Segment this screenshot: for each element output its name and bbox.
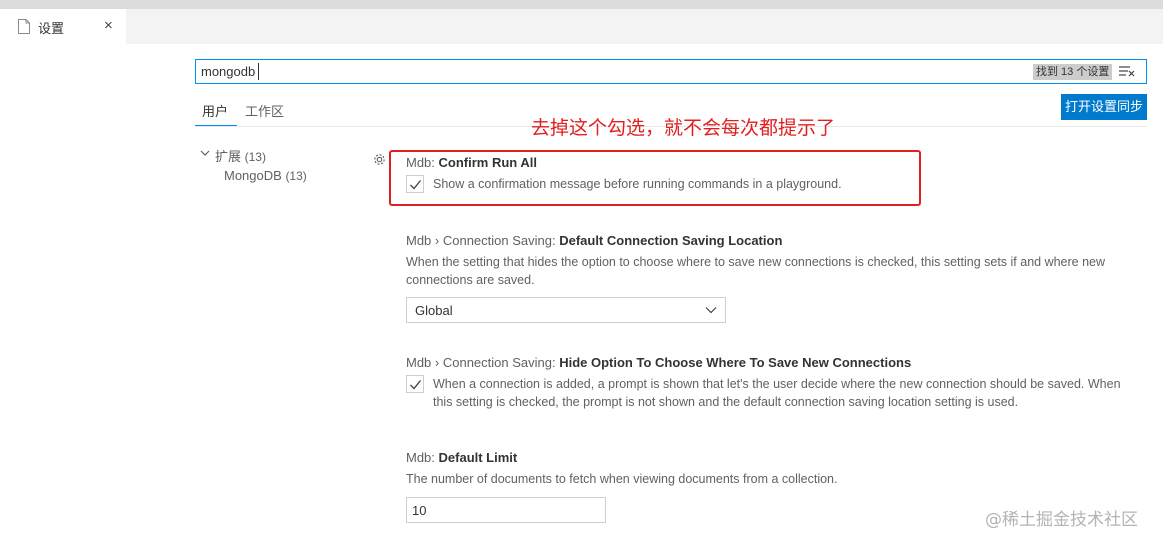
confirm-run-all-checkbox[interactable] (406, 175, 424, 193)
setting-name: Default Limit (438, 450, 518, 465)
setting-description: When a connection is added, a prompt is … (433, 377, 1121, 409)
setting-category: Mdb: (406, 450, 439, 465)
tab-label: 设置 (38, 21, 65, 36)
setting-title-default-connection-saving-location: Mdb › Connection Saving: Default Connect… (406, 233, 782, 248)
toc-child-count: (13) (285, 169, 307, 183)
setting-title-confirm-run-all: Mdb: Confirm Run All (406, 155, 537, 170)
watermark: @稀土掘金技术社区 (985, 510, 1138, 530)
setting-description: When the setting that hides the option t… (406, 255, 1106, 287)
settings-sync-button[interactable]: 打开设置同步 (1061, 94, 1147, 120)
text-caret (258, 63, 259, 80)
setting-name: Default Connection Saving Location (559, 233, 783, 248)
toc-group-label: 扩展 (215, 149, 242, 164)
tab-workspace[interactable]: 工作区 (245, 101, 284, 120)
search-input-value: mongodb (201, 64, 256, 79)
connection-saving-location-select[interactable]: Global (406, 297, 726, 323)
hide-option-checkbox[interactable] (406, 375, 424, 393)
toc-child-label: MongoDB (224, 168, 282, 183)
clear-filter-icon[interactable] (1119, 64, 1135, 78)
setting-title-hide-option: Mdb › Connection Saving: Hide Option To … (406, 355, 911, 370)
setting-description: The number of documents to fetch when vi… (406, 472, 838, 486)
search-result-count-badge: 找到 13 个设置 (1033, 64, 1113, 80)
close-icon[interactable]: × (104, 17, 113, 34)
setting-name: Hide Option To Choose Where To Save New … (559, 355, 912, 370)
tab-user[interactable]: 用户 (202, 101, 228, 120)
select-value: Global (415, 303, 453, 318)
chevron-down-icon (705, 307, 717, 314)
setting-title-default-limit: Mdb: Default Limit (406, 450, 517, 465)
default-limit-value: 10 (412, 503, 427, 518)
gear-icon[interactable] (372, 152, 387, 167)
settings-search-input[interactable]: mongodb 找到 13 个设置 (195, 59, 1147, 84)
check-icon (410, 380, 422, 390)
tab-settings[interactable]: 设置 × (0, 9, 126, 44)
setting-category: Mdb: (406, 155, 439, 170)
toc-group-count: (13) (244, 150, 266, 164)
setting-category: Mdb › Connection Saving: (406, 355, 560, 370)
setting-category: Mdb › Connection Saving: (406, 233, 560, 248)
window-top-strip (0, 0, 1163, 9)
setting-name: Confirm Run All (438, 155, 537, 170)
default-limit-input[interactable]: 10 (406, 497, 606, 523)
chevron-down-icon[interactable] (200, 148, 210, 158)
file-icon (18, 19, 30, 34)
toc-item-mongodb[interactable]: MongoDB (13) (224, 168, 307, 183)
toc-item-extensions[interactable]: 扩展 (13) (215, 146, 266, 165)
annotation-note: 去掉这个勾选，就不会每次都提示了 (531, 117, 836, 139)
setting-description: Show a confirmation message before runni… (433, 177, 842, 191)
check-icon (410, 180, 422, 190)
editor-tab-bar: 设置 × (0, 9, 1163, 44)
